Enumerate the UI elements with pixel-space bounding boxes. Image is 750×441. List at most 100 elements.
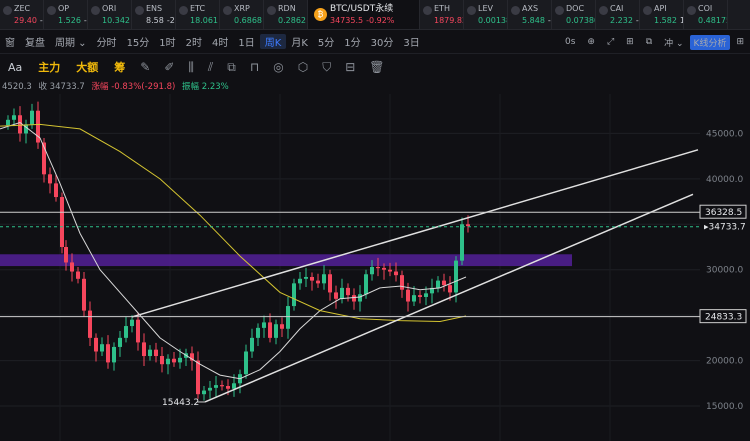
symbol-tab-9[interactable]: LEV 0.00138 [464,0,508,29]
candle-body [64,247,68,263]
period-item-9[interactable]: 周K [259,34,287,49]
period-item-2[interactable]: 周期 ⌄ [50,34,92,49]
candle-body [70,262,74,272]
symbol-tab-7[interactable]: ₿ BTC/USDT永续 34735.5 -0.92% [308,0,420,29]
candle-body [160,356,164,365]
coin-icon [3,6,12,15]
symbol-tab-3[interactable]: ENS 8.58-2. [132,0,176,29]
tab-symbol: ETH [434,4,450,13]
symbol-tab-12[interactable]: CAI 2.232- [596,0,640,29]
candle-body [310,276,314,281]
pencil-icon[interactable]: ✐ [157,60,181,74]
resistance-zone [0,254,572,267]
candle-body [244,351,248,375]
tab-price: 0.2862 [278,16,306,25]
toolbar-right-item-6[interactable]: K线分析 [689,34,731,50]
period-item-5[interactable]: 1时 [154,34,180,49]
candle-body [394,271,398,276]
trash-icon[interactable]: 🗑 [362,60,391,74]
indicator-chip[interactable]: 筹 [106,59,133,75]
symbol-tab-5[interactable]: XRP 0.6868 [220,0,264,29]
level-label: 24833.3 [705,313,742,323]
period-item-11[interactable]: 5分 [313,34,339,49]
candle-body [322,274,326,284]
symbol-tab-8[interactable]: ETH 1879.82 [420,0,464,29]
coin-icon [223,6,232,15]
symbol-tab-11[interactable]: DOC 0.07380 [552,0,596,29]
candle-body [328,274,332,293]
toolbar-right-item-0[interactable]: 0s [559,37,581,47]
symbol-tab-2[interactable]: ORI 10.342 [88,0,132,29]
period-item-8[interactable]: 1日 [233,34,259,49]
candle-body [436,280,440,288]
tab-price: 2.232 [610,16,633,25]
lock-icon[interactable]: ⊟ [338,60,362,74]
candle-body [304,276,308,279]
candle-body [12,115,16,120]
candle-body [412,295,416,302]
toolbar-right-item-1[interactable]: ⊕ [581,37,601,47]
y-tick-label: 40000.0 [706,175,743,185]
coin-icon [135,6,144,15]
target-icon[interactable]: ◎ [266,60,290,74]
candle-body [60,197,64,247]
candlestick-chart[interactable]: 50000.045000.040000.035000.030000.025000… [0,94,750,441]
toolbar-right-item-7[interactable]: ⊞ [730,37,750,47]
candle-body [292,283,296,307]
pen-icon[interactable]: ✎ [133,60,157,74]
symbol-tab-6[interactable]: RDN 0.2862 [264,0,308,29]
period-item-10[interactable]: 月K [286,34,313,49]
candle-body [106,344,110,363]
toolbar-right-item-3[interactable]: ⊞ [620,37,640,47]
period-item-12[interactable]: 1分 [339,34,365,49]
period-item-3[interactable]: 分时 [92,34,122,49]
candle-body [364,274,368,295]
coin-icon [599,6,608,15]
coin-icon [643,6,652,15]
period-item-4[interactable]: 15分 [122,34,155,49]
toolbar-right-item-4[interactable]: ⧉ [640,37,658,47]
candle-body [214,385,218,388]
period-item-14[interactable]: 3日 [398,34,424,49]
indicator-main-force[interactable]: 主力 [30,59,68,75]
period-item-1[interactable]: 复盘 [20,34,50,49]
period-item-13[interactable]: 30分 [366,34,399,49]
coin-icon [91,6,100,15]
period-item-0[interactable]: 窗 [0,34,20,49]
candle-body [6,119,10,126]
coin-icon [467,6,476,15]
drawing-toolbar: Aa 主力 大额 筹 ✎ ✐ ⫼ ⫽ ⧉ ⊓ ◎ ⬡ ⛉ ⊟ 🗑 [0,54,750,80]
tab-symbol: ENS [146,4,163,13]
copy-icon[interactable]: ⧉ [220,60,243,75]
period-toolbar: 窗复盘 周期 ⌄ 分时 15分 1时 2时 4时 1日 周K 月K 5分 1分 30分 3日 0s ⊕ ⤢ ⊞ ⧉… [0,30,750,54]
symbol-tab-0[interactable]: ZEC29.40-1 [0,0,44,29]
candle-body [256,327,260,338]
toolbar-right-item-5[interactable]: 冲 ⌄ [658,36,689,49]
tab-price: 1.526 [58,16,81,25]
amplitude-value: 振幅 2.23% [182,82,229,92]
candle-body [142,342,146,357]
tab-symbol: DOC [566,4,585,13]
coin-icon [47,6,56,15]
ruler-icon[interactable]: ⫽ [201,60,220,75]
symbol-tab-4[interactable]: ETC 18.061 [176,0,220,29]
symbol-tab-1[interactable]: OP 1.526- [44,0,88,29]
candle-icon[interactable]: ⫼ [181,60,201,75]
shape-icon[interactable]: ⬡ [291,60,315,74]
magnet-icon[interactable]: ⊓ [243,60,266,74]
tab-symbol: CAI [610,4,624,13]
symbol-tab-10[interactable]: AXS5.848-2 [508,0,552,29]
symbol-tab-14[interactable]: COI 0.48175 [684,0,728,29]
candle-body [466,224,470,227]
period-item-7[interactable]: 4时 [207,34,233,49]
channel-lower-line [204,193,694,403]
tab-symbol: AXS [522,4,539,13]
period-item-6[interactable]: 2时 [181,34,207,49]
font-size-button[interactable]: Aa [0,61,30,74]
coin-icon [511,6,520,15]
symbol-tab-13[interactable]: API1.5821 [640,0,684,29]
filter-icon[interactable]: ⛉ [315,60,338,75]
toolbar-right-group: 0s ⊕ ⤢ ⊞ ⧉ 冲 ⌄ K线分析 ⊞ [559,30,750,54]
toolbar-right-item-2[interactable]: ⤢ [601,37,620,47]
indicator-large-order[interactable]: 大额 [68,59,106,75]
